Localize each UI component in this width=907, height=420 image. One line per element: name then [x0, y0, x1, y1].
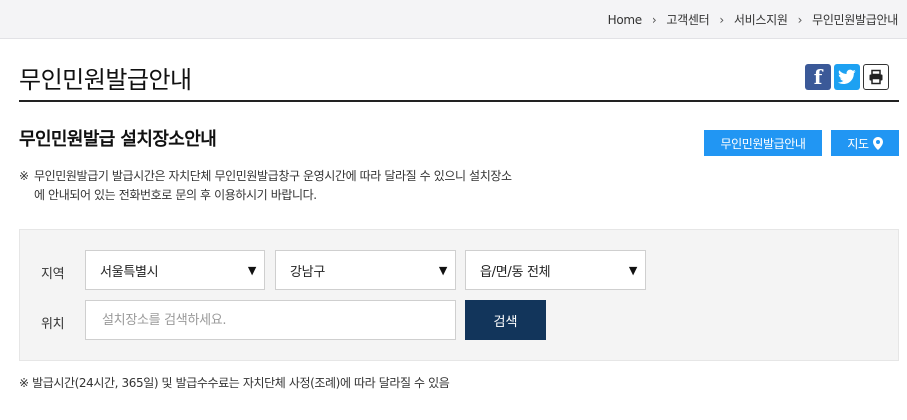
search-button-label: 검색 — [493, 314, 518, 330]
notice-mark: ※ — [19, 169, 29, 183]
notice-line-2: 에 안내되어 있는 전화번호로 문의 후 이용하시기 바랍니다. — [34, 188, 317, 202]
sido-select-value: 서울특별시 — [100, 264, 159, 280]
map-button[interactable]: 지도 — [831, 130, 899, 156]
dong-select-value: 읍/면/동 전체 — [480, 264, 551, 280]
dropdown-arrow-icon: ▼ — [438, 264, 447, 277]
print-icon — [869, 69, 883, 85]
location-search-input[interactable] — [85, 300, 456, 340]
location-label: 위치 — [41, 317, 65, 332]
breadcrumb-service-support[interactable]: 서비스지원 — [734, 11, 788, 28]
print-button[interactable] — [863, 64, 889, 90]
breadcrumb: Home › 고객센터 › 서비스지원 › 무인민원발급안내 — [608, 11, 899, 28]
breadcrumb-current[interactable]: 무인민원발급안내 — [812, 11, 898, 28]
facebook-share-button[interactable]: f — [805, 64, 831, 90]
search-panel: 지역 서울특별시 ▼ 강남구 ▼ 읍/면/동 전체 ▼ 위치 검색 — [19, 229, 899, 361]
region-label: 지역 — [41, 267, 65, 282]
sigungu-select-value: 강남구 — [290, 264, 325, 280]
search-button[interactable]: 검색 — [465, 300, 546, 340]
guide-button-label: 무인민원발급안내 — [720, 136, 806, 151]
breadcrumb-customer-center[interactable]: 고객센터 — [666, 11, 709, 28]
twitter-icon — [838, 69, 856, 84]
section-title: 무인민원발급 설치장소안내 — [19, 129, 217, 150]
chevron-right-icon: › — [651, 12, 657, 27]
dropdown-arrow-icon: ▼ — [628, 264, 637, 277]
share-buttons: f — [805, 64, 889, 90]
page-title: 무인민원발급안내 — [19, 66, 192, 94]
facebook-icon: f — [813, 65, 823, 89]
top-bar: Home › 고객센터 › 서비스지원 › 무인민원발급안내 — [0, 0, 907, 39]
footnote-text: ※ 발급시간(24시간, 365일) 및 발급수수료는 자치단체 사정(조례)에… — [19, 376, 450, 390]
map-button-label: 지도 — [847, 136, 869, 151]
chevron-right-icon: › — [719, 12, 724, 27]
notice-line-1: 무인민원발급기 발급시간은 자치단체 무인민원발급창구 운영시간에 따라 달라질… — [34, 169, 512, 183]
breadcrumb-home[interactable]: Home — [608, 13, 643, 27]
map-marker-icon — [872, 136, 883, 150]
title-divider — [19, 100, 899, 102]
twitter-share-button[interactable] — [834, 64, 860, 90]
sido-select[interactable]: 서울특별시 ▼ — [85, 250, 265, 290]
dropdown-arrow-icon: ▼ — [247, 264, 256, 277]
chevron-right-icon: › — [797, 12, 803, 27]
dong-select[interactable]: 읍/면/동 전체 ▼ — [465, 250, 646, 290]
guide-button[interactable]: 무인민원발급안내 — [704, 130, 822, 156]
sigungu-select[interactable]: 강남구 ▼ — [275, 250, 456, 290]
notice-text: ※ 무인민원발급기 발급시간은 자치단체 무인민원발급창구 운영시간에 따라 달라… — [19, 167, 512, 205]
view-switcher: 무인민원발급안내 지도 — [704, 130, 899, 156]
